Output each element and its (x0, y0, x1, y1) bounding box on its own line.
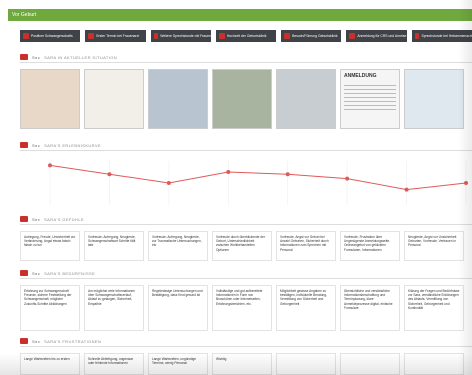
section-label: SARA'S GEFÜHLE (44, 216, 85, 222)
journey-card: Am möglichst viele Informationen über Sc… (84, 285, 144, 331)
clinic-building-photo (276, 69, 336, 129)
section-prefix: Sec (32, 54, 41, 60)
form-line (344, 101, 396, 102)
step-label: Besuch/Führung Geburtsklinik (292, 34, 338, 38)
section-prefix: Sec (32, 338, 41, 344)
section-label: SARA'S ERLEBNISKURVE (44, 142, 102, 148)
step-marker-icon (414, 33, 420, 39)
doctor-photo (84, 69, 144, 129)
form-line (344, 105, 396, 106)
experience-point (285, 172, 290, 177)
journey-card: Übersichtliche und verständliche Informa… (340, 285, 400, 331)
experience-curve-svg (48, 161, 468, 205)
experience-point (226, 170, 231, 174)
journey-step[interactable]: Besuch/Führung Geburtsklinik (281, 30, 342, 42)
experience-chart (20, 155, 472, 211)
mother-baby-photo (404, 69, 464, 129)
section-header: Sec SARA IN AKTUELLER SITUATION (20, 52, 472, 63)
journey-card: Vollständige und gut aufbereitete Inform… (212, 285, 272, 331)
step-label: Hochzeit der Geburtsklinik (226, 34, 267, 38)
journey-step[interactable]: Anmeldung für CRS und Anreise (346, 30, 407, 42)
page-bottom-shadow (0, 353, 472, 375)
section-icon (20, 216, 28, 222)
journey-card: Vorfreude, Aufregung, Neugierde, Schwang… (84, 231, 144, 261)
section-header: Sec SARA'S FRUSTRATIONEN (20, 336, 472, 347)
section-label: SARA'S FRUSTRATIONEN (44, 338, 102, 344)
page: Vor Geburt Positiver Schwangerschafts Ers… (0, 0, 472, 375)
experience-point (404, 187, 409, 192)
journey-card: Vorfreude, Angst vor Geburt bei Anzahl G… (276, 231, 336, 261)
section-prefix: Sec (32, 216, 41, 222)
section-label: SARA'S BEDÜRFNISSE (44, 270, 96, 276)
experience-point (166, 181, 171, 185)
section-icon (20, 270, 28, 276)
journey-card: Aufregung, Freude, Unsicherheit zur Verä… (20, 231, 80, 261)
journey-step[interactable]: Hochzeit der Geburtsklinik (215, 30, 277, 42)
journey-card: Möglichkeit gewisse Angaben zu bestätige… (276, 285, 336, 331)
step-label: Anmeldung für CRS und Anreise (357, 34, 407, 38)
experience-point (345, 176, 350, 181)
page-title: Vor Geburt (8, 9, 472, 21)
journey-card: Vorfreude durch überblickende der Geburt… (212, 231, 272, 261)
step-marker-icon (153, 33, 159, 39)
form-line (344, 97, 396, 98)
section-gefuehle: Sec SARA'S GEFÜHLE Aufregung, Freude, Un… (20, 214, 472, 261)
anmeldung-form-photo: ANMELDUNG (340, 69, 400, 129)
section-header: Sec SARA'S ERLEBNISKURVE (20, 140, 472, 151)
step-label: Erster Termin bei Frauenarzt (96, 34, 140, 38)
journey-card: Klärung der Fragen und Bedürfnisse vor S… (404, 285, 464, 331)
section-icon (20, 142, 28, 148)
section-prefix: Sec (32, 142, 41, 148)
journey-steps: Positiver Schwangerschafts Erster Termin … (20, 30, 472, 42)
step-marker-icon (284, 33, 291, 39)
ultrasound-photo (148, 69, 208, 129)
journey-card: Neugierde, Angst vor Unsicherheit Geburt… (404, 231, 464, 261)
journey-step[interactable]: Erster Termin bei Frauenarzt (85, 30, 146, 42)
experience-line (49, 164, 467, 191)
form-line (344, 93, 396, 94)
step-label: Weitere Sprechstunde mit Frauen (160, 34, 211, 38)
beduerfnisse-cards: Erfahrung zur Schwangerschaft Freunde, s… (20, 285, 472, 331)
section-label: SARA IN AKTUELLER SITUATION (44, 54, 118, 60)
journey-step[interactable]: Weitere Sprechstunde mit Frauen (150, 30, 211, 42)
step-label: Positiver Schwangerschafts (31, 34, 73, 38)
form-line (344, 85, 396, 86)
step-marker-icon (23, 33, 29, 39)
gefuehle-cards: Aufregung, Freude, Unsicherheit zur Verä… (20, 231, 472, 261)
form-line (344, 109, 396, 110)
situation-photos: ANMELDUNG (20, 69, 472, 129)
form-line (344, 89, 396, 90)
step-marker-icon (218, 33, 225, 39)
section-prefix: Sec (32, 270, 41, 276)
section-header: Sec SARA'S BEDÜRFNISSE (20, 268, 472, 279)
page-curl-shadow (458, 0, 472, 375)
journey-card: Vorfreude, Aufregung, Neugierde, zur Tra… (148, 231, 208, 261)
section-header: Sec SARA'S GEFÜHLE (20, 214, 472, 225)
section-erlebniskurve: Sec SARA'S ERLEBNISKURVE (20, 140, 472, 211)
hospital-building-photo (212, 69, 272, 129)
pregnancy-test-photo (20, 69, 80, 129)
journey-step[interactable]: Positiver Schwangerschafts (20, 30, 81, 42)
section-icon (20, 338, 28, 344)
section-icon (20, 54, 28, 60)
journey-card: Vorfreude, Frustration über Ungenügende … (340, 231, 400, 261)
journey-card: Erfahrung zur Schwangerschaft Freunde, s… (20, 285, 80, 331)
experience-point (107, 172, 112, 177)
step-marker-icon (88, 33, 95, 39)
photo-caption: ANMELDUNG (344, 73, 377, 79)
section-situation: Sec SARA IN AKTUELLER SITUATION ANMELDUN… (20, 52, 472, 129)
step-marker-icon (349, 33, 356, 39)
section-beduerfnisse: Sec SARA'S BEDÜRFNISSE Erfahrung zur Sch… (20, 268, 472, 331)
journey-card: Regelmässige Untersuchungen und Bestätig… (148, 285, 208, 331)
experience-point (48, 163, 52, 168)
